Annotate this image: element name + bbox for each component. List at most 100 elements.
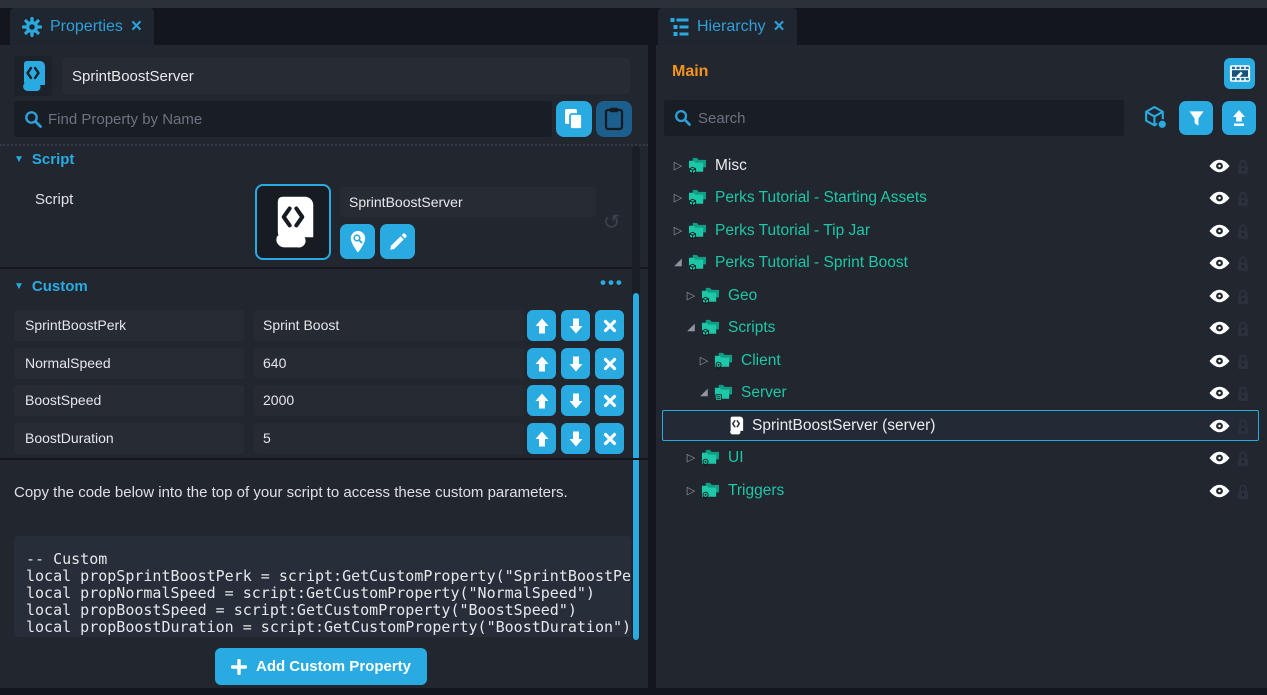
hierarchy-row-sprint-boost[interactable]: ◢ Perks Tutorial - Sprint Boost bbox=[662, 247, 1259, 278]
move-up-button[interactable] bbox=[527, 385, 556, 416]
move-down-button[interactable] bbox=[561, 385, 590, 416]
visibility-eye-icon[interactable] bbox=[1209, 224, 1230, 238]
hierarchy-row-starting-assets[interactable]: ▷ Perks Tutorial - Starting Assets bbox=[662, 182, 1259, 213]
folder-cube-icon bbox=[688, 189, 707, 207]
property-value-field[interactable]: Sprint Boost bbox=[254, 310, 524, 341]
scene-name-label[interactable]: Main bbox=[672, 63, 708, 81]
property-search-input[interactable] bbox=[48, 101, 546, 137]
delete-property-button[interactable] bbox=[595, 348, 624, 379]
script-object-icon bbox=[14, 56, 52, 96]
visibility-eye-icon[interactable] bbox=[1209, 191, 1230, 205]
property-value-field[interactable]: 2000 bbox=[254, 385, 524, 416]
hierarchy-search-input[interactable] bbox=[698, 100, 1118, 136]
move-down-button[interactable] bbox=[561, 348, 590, 379]
lock-icon[interactable] bbox=[1236, 483, 1250, 500]
tab-hierarchy[interactable]: Hierarchy × bbox=[658, 8, 797, 45]
visibility-eye-icon[interactable] bbox=[1209, 354, 1230, 368]
custom-menu-icon[interactable]: ••• bbox=[600, 273, 624, 293]
visibility-eye-icon[interactable] bbox=[1209, 451, 1230, 465]
property-value-field[interactable]: 640 bbox=[254, 348, 524, 379]
property-name-field[interactable]: NormalSpeed bbox=[14, 348, 244, 379]
property-name-field[interactable]: SprintBoostPerk bbox=[14, 310, 244, 341]
lock-icon[interactable] bbox=[1236, 190, 1250, 207]
collapse-arrow-icon[interactable]: ◢ bbox=[697, 387, 711, 398]
expand-arrow-icon[interactable]: ▷ bbox=[671, 159, 685, 172]
x-icon bbox=[603, 357, 617, 371]
scene-settings-button[interactable] bbox=[1224, 58, 1255, 89]
add-custom-property-button[interactable]: Add Custom Property bbox=[215, 648, 427, 685]
edit-script-button[interactable] bbox=[380, 224, 415, 259]
hierarchy-row-misc[interactable]: ▷ Misc bbox=[662, 150, 1259, 181]
hierarchy-row-server[interactable]: ◢ Server bbox=[662, 377, 1259, 408]
scrollbar-thumb[interactable] bbox=[633, 293, 639, 640]
expand-arrow-icon[interactable]: ▷ bbox=[684, 289, 698, 302]
property-name-field[interactable]: BoostSpeed bbox=[14, 385, 244, 416]
move-up-button[interactable] bbox=[527, 348, 556, 379]
lock-icon[interactable] bbox=[1236, 418, 1250, 435]
expand-arrow-icon[interactable]: ▷ bbox=[671, 191, 685, 204]
section-custom-header[interactable]: ▼ Custom bbox=[14, 278, 88, 295]
visibility-eye-icon[interactable] bbox=[1209, 321, 1230, 335]
tab-properties[interactable]: Properties × bbox=[10, 8, 154, 45]
object-cube-badge-icon[interactable] bbox=[1143, 105, 1168, 135]
delete-property-button[interactable] bbox=[595, 423, 624, 454]
move-down-button[interactable] bbox=[561, 310, 590, 341]
close-icon[interactable]: × bbox=[773, 17, 784, 36]
script-asset-slot[interactable] bbox=[255, 184, 331, 260]
lock-icon[interactable] bbox=[1236, 320, 1250, 337]
funnel-icon bbox=[1188, 110, 1205, 127]
section-expanded-icon[interactable]: ▼ bbox=[14, 154, 24, 165]
arrow-up-line-icon bbox=[1231, 109, 1247, 127]
custom-params-code-block[interactable]: -- Custom local propSprintBoostPerk = sc… bbox=[14, 536, 631, 637]
lock-icon[interactable] bbox=[1236, 158, 1250, 175]
section-script-header[interactable]: ▼ Script bbox=[14, 151, 74, 168]
lock-icon[interactable] bbox=[1236, 385, 1250, 402]
lock-icon[interactable] bbox=[1236, 353, 1250, 370]
move-down-button[interactable] bbox=[561, 423, 590, 454]
hierarchy-row-geo[interactable]: ▷ Geo bbox=[662, 280, 1259, 311]
collapse-arrow-icon[interactable]: ◢ bbox=[671, 257, 685, 268]
tab-hierarchy-label: Hierarchy bbox=[697, 18, 765, 36]
tab-properties-label: Properties bbox=[50, 18, 123, 36]
object-name-field[interactable] bbox=[62, 58, 630, 94]
visibility-eye-icon[interactable] bbox=[1209, 159, 1230, 173]
section-expanded-icon[interactable]: ▼ bbox=[14, 281, 24, 292]
lock-icon[interactable] bbox=[1236, 288, 1250, 305]
move-up-button[interactable] bbox=[527, 310, 556, 341]
lock-icon[interactable] bbox=[1236, 450, 1250, 467]
collapse-arrow-icon[interactable]: ◢ bbox=[684, 322, 698, 333]
filter-button[interactable] bbox=[1179, 101, 1213, 135]
copy-properties-button[interactable] bbox=[556, 101, 592, 137]
expand-arrow-icon[interactable]: ▷ bbox=[684, 484, 698, 497]
visibility-eye-icon[interactable] bbox=[1209, 484, 1230, 498]
delete-property-button[interactable] bbox=[595, 385, 624, 416]
hierarchy-row-tip-jar[interactable]: ▷ Perks Tutorial - Tip Jar bbox=[662, 215, 1259, 246]
hierarchy-row-sprintboostserver[interactable]: SprintBoostServer (server) bbox=[662, 410, 1259, 441]
collapse-all-button[interactable] bbox=[1222, 101, 1256, 135]
pencil-icon bbox=[388, 232, 408, 252]
expand-arrow-icon[interactable]: ▷ bbox=[697, 354, 711, 367]
lock-icon[interactable] bbox=[1236, 255, 1250, 272]
hierarchy-row-client[interactable]: ▷ Client bbox=[662, 345, 1259, 376]
visibility-eye-icon[interactable] bbox=[1209, 419, 1230, 433]
find-script-button[interactable] bbox=[340, 224, 375, 259]
visibility-eye-icon[interactable] bbox=[1209, 386, 1230, 400]
hierarchy-row-scripts[interactable]: ◢ Scripts bbox=[662, 312, 1259, 343]
property-value-field[interactable]: 5 bbox=[254, 423, 524, 454]
row-label: Perks Tutorial - Sprint Boost bbox=[715, 254, 908, 272]
hierarchy-row-ui[interactable]: ▷ UI bbox=[662, 442, 1259, 473]
expand-arrow-icon[interactable]: ▷ bbox=[684, 451, 698, 464]
script-asset-name[interactable]: SprintBoostServer bbox=[340, 187, 596, 217]
paste-properties-button[interactable] bbox=[596, 101, 632, 137]
close-icon[interactable]: × bbox=[131, 17, 142, 36]
x-icon bbox=[603, 432, 617, 446]
hierarchy-row-triggers[interactable]: ▷ Triggers bbox=[662, 475, 1259, 506]
move-up-button[interactable] bbox=[527, 423, 556, 454]
visibility-eye-icon[interactable] bbox=[1209, 256, 1230, 270]
lock-icon[interactable] bbox=[1236, 223, 1250, 240]
visibility-eye-icon[interactable] bbox=[1209, 289, 1230, 303]
expand-arrow-icon[interactable]: ▷ bbox=[671, 224, 685, 237]
property-name-field[interactable]: BoostDuration bbox=[14, 423, 244, 454]
delete-property-button[interactable] bbox=[595, 310, 624, 341]
reset-property-icon[interactable]: ↺ bbox=[603, 210, 621, 235]
